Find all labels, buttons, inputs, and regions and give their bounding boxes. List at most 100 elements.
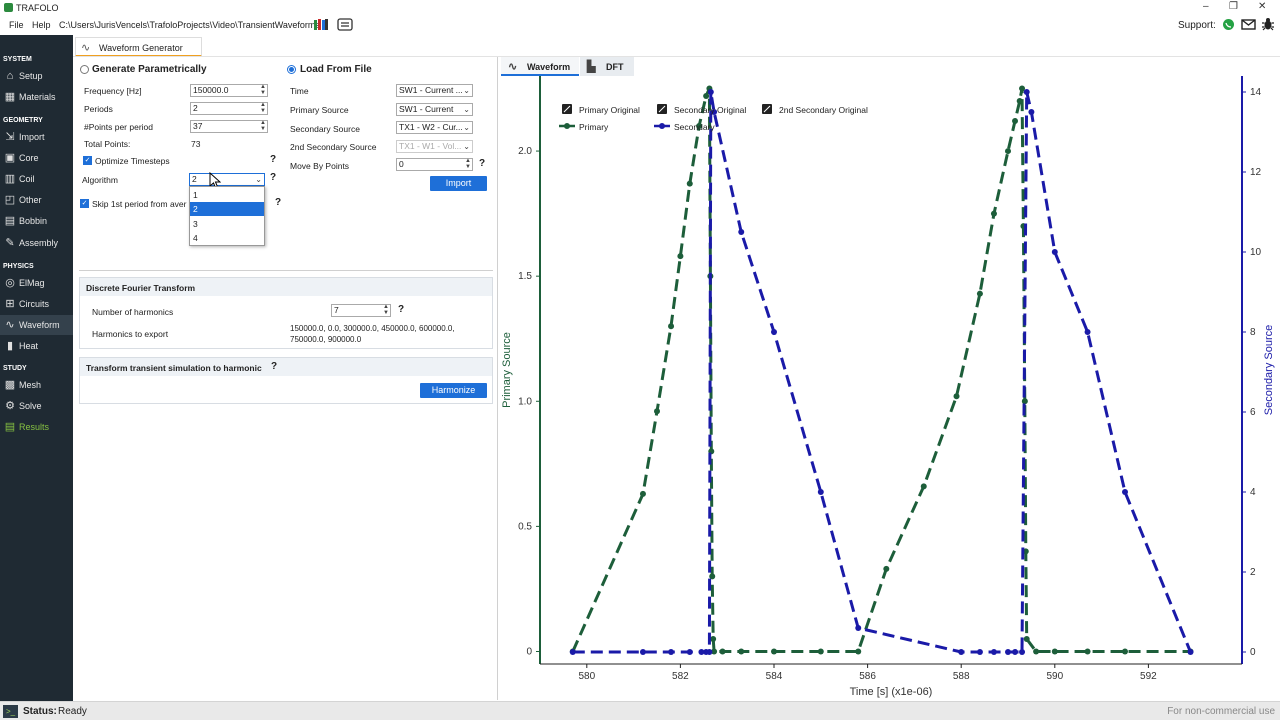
sidebar-item-mesh[interactable]: ▩ Mesh	[0, 375, 73, 395]
sidebar-item-bobbin[interactable]: ▤ Bobbin	[0, 211, 73, 231]
secondary-source-select[interactable]: TX1 - W2 - Cur... ⌄	[396, 121, 473, 134]
skip-first-period-checkbox[interactable]: ✓	[80, 199, 89, 208]
sidebar-item-import[interactable]: ⇲ Import	[0, 127, 73, 147]
scripting-icon[interactable]	[337, 18, 353, 31]
help-icon[interactable]: ?	[398, 304, 404, 315]
sidebar-item-label: Assembly	[19, 238, 59, 248]
generate-parametrically-radio[interactable]	[80, 65, 89, 74]
data-point-primary	[771, 648, 777, 655]
number-of-harmonics-input[interactable]: 7 ▲ ▼	[331, 304, 391, 317]
algorithm-option-selected[interactable]: 2	[190, 202, 264, 216]
data-point-primary	[639, 490, 646, 497]
chevron-down-icon: ⌄	[463, 105, 470, 114]
waveform-chart[interactable]: 580 582 584 586 588 590 592 0 0.5 1.0 1.5 2.0 0 2 4 6 8 1…	[500, 76, 1280, 700]
sidebar-item-results[interactable]: ▤ Results	[0, 417, 73, 437]
frequency-input[interactable]: 150000.0 ▲ ▼	[190, 84, 268, 97]
sidebar: SYSTEM ⌂ Setup ▦ Materials GEOMETRY ⇲ Impor…	[0, 35, 73, 701]
sidebar-section-geometry: GEOMETRY	[3, 117, 43, 124]
load-from-file-radio[interactable]	[287, 65, 296, 74]
data-point-primary	[668, 323, 675, 330]
waveform-icon: ∿	[81, 42, 91, 54]
color-bars-icon[interactable]	[313, 18, 329, 31]
algorithm-option[interactable]: 3	[190, 217, 264, 231]
data-point-primary	[855, 648, 862, 655]
help-icon[interactable]: ?	[270, 154, 276, 165]
spin-arrows-icon[interactable]: ▲ ▼	[260, 84, 266, 96]
spin-arrows-icon[interactable]: ▲ ▼	[465, 158, 471, 170]
sidebar-item-heat[interactable]: ▮ Heat	[0, 336, 73, 356]
tab-waveform[interactable]: ∿ Waveform	[501, 57, 579, 76]
menu-file[interactable]: File	[9, 20, 24, 30]
waveform-icon: ∿	[508, 61, 518, 73]
help-icon[interactable]: ?	[275, 197, 281, 208]
series-line-secondary	[572, 91, 1192, 654]
mesh-icon: ▩	[4, 379, 16, 391]
menu-help[interactable]: Help	[32, 20, 51, 30]
other-icon: ◰	[4, 194, 16, 206]
close-button[interactable]: ✕	[1258, 1, 1266, 12]
second-secondary-source-label: 2nd Secondary Source	[290, 142, 377, 152]
sidebar-item-elmag[interactable]: ◎ ElMag	[0, 273, 73, 293]
dft-title: Discrete Fourier Transform	[86, 283, 196, 293]
sidebar-item-materials[interactable]: ▦ Materials	[0, 87, 73, 107]
algorithm-option[interactable]: 1	[190, 188, 264, 202]
sidebar-item-waveform[interactable]: ∿ Waveform	[0, 315, 73, 335]
sidebar-item-core[interactable]: ▣ Core	[0, 148, 73, 168]
legend-label: Primary	[579, 122, 609, 132]
move-by-points-input[interactable]: 0 ▲ ▼	[396, 158, 473, 171]
y2-tick-label: 4	[1250, 487, 1256, 498]
status-label: Status:	[23, 706, 57, 717]
sidebar-item-assembly[interactable]: ✎ Assembly	[0, 233, 73, 253]
legend-label: Primary Original	[579, 105, 640, 115]
project-path: C:\Users\JurisVencels\TrafoloProjects\Vi…	[59, 20, 320, 30]
spin-arrows-icon[interactable]: ▲ ▼	[260, 102, 266, 114]
x-tick-label: 590	[1046, 671, 1063, 682]
harmonics-to-export-line2: 750000.0, 900000.0	[290, 335, 362, 344]
import-button[interactable]: Import	[430, 176, 487, 191]
sidebar-item-setup[interactable]: ⌂ Setup	[0, 66, 73, 86]
tab-dft[interactable]: ▙ DFT	[580, 57, 634, 76]
data-point-primary	[1023, 635, 1030, 642]
harmonize-button[interactable]: Harmonize	[420, 383, 487, 398]
data-point-primary	[719, 648, 726, 655]
whatsapp-icon[interactable]	[1222, 18, 1235, 31]
optimize-timesteps-checkbox[interactable]: ✓	[83, 156, 92, 165]
harmonics-to-export-label: Harmonics to export	[92, 329, 169, 339]
sidebar-section-study: STUDY	[3, 365, 27, 372]
sidebar-item-other[interactable]: ◰ Other	[0, 190, 73, 210]
algorithm-option[interactable]: 4	[190, 231, 264, 245]
chevron-down-icon: ⌄	[463, 123, 470, 132]
spin-arrows-icon[interactable]: ▲ ▼	[383, 304, 389, 316]
total-points-label: Total Points:	[84, 139, 131, 149]
maximize-button[interactable]: ❐	[1229, 1, 1238, 12]
spin-arrows-icon[interactable]: ▲ ▼	[260, 120, 266, 132]
sidebar-item-solve[interactable]: ⚙ Solve	[0, 396, 73, 416]
points-per-period-input[interactable]: 37 ▲ ▼	[190, 120, 268, 133]
data-point-secondary	[817, 489, 824, 495]
bug-report-icon[interactable]	[1261, 17, 1275, 31]
data-point-primary	[976, 290, 983, 297]
help-icon[interactable]: ?	[479, 158, 485, 169]
time-select[interactable]: SW1 - Current ... ⌄	[396, 84, 473, 97]
y2-tick-label: 8	[1250, 327, 1256, 338]
sidebar-item-circuits[interactable]: ⊞ Circuits	[0, 294, 73, 314]
algorithm-value: 2	[192, 174, 197, 184]
terminal-icon[interactable]: >_	[3, 705, 18, 718]
help-icon[interactable]: ?	[270, 172, 276, 183]
data-point-secondary	[1122, 489, 1128, 495]
minimize-button[interactable]: –	[1203, 1, 1209, 12]
primary-source-select[interactable]: SW1 - Current ⌄	[396, 103, 473, 116]
algorithm-select[interactable]: 2 ⌄	[189, 173, 265, 186]
periods-input[interactable]: 2 ▲ ▼	[190, 102, 268, 115]
y-tick-label: 0.5	[518, 521, 532, 532]
tab-waveform-generator[interactable]: ∿ Waveform Generator	[75, 37, 202, 57]
email-icon[interactable]	[1241, 19, 1256, 30]
sidebar-item-label: Import	[19, 132, 45, 142]
help-icon[interactable]: ?	[271, 361, 277, 372]
sidebar-item-coil[interactable]: ▥ Coil	[0, 169, 73, 189]
generate-parametrically-title: Generate Parametrically	[92, 64, 207, 75]
y2-tick-label: 0	[1250, 647, 1256, 658]
sidebar-item-label: Materials	[19, 92, 56, 102]
data-point-secondary	[707, 89, 714, 95]
chevron-down-icon: ⌄	[463, 86, 470, 95]
